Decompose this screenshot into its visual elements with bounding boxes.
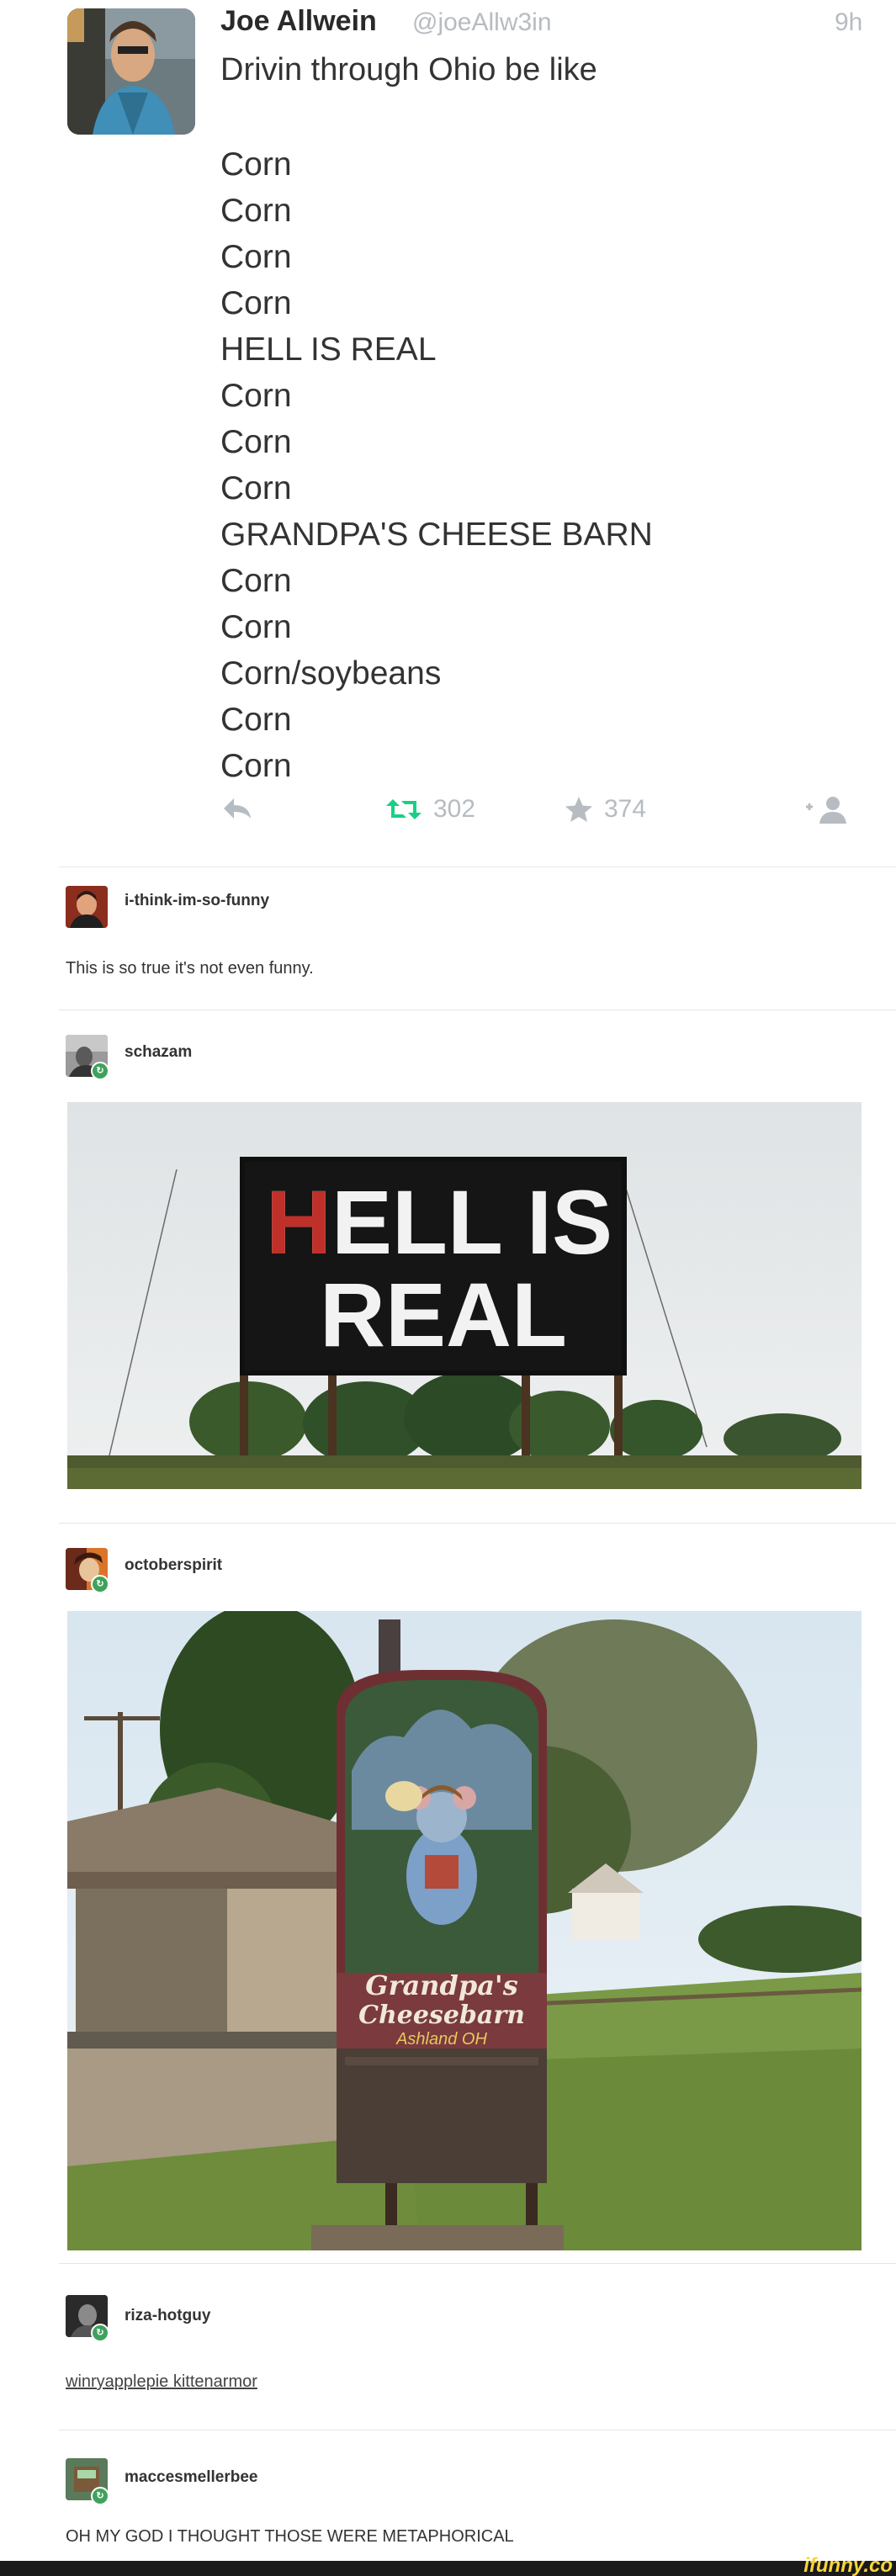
sign-text-real: REAL	[320, 1264, 567, 1365]
favorite-button[interactable]: 374	[564, 795, 646, 824]
tweet-author-handle[interactable]: @joeAllw3in	[412, 8, 552, 37]
tweet-lines: Corn Corn Corn Corn HELL IS REAL Corn Co…	[220, 141, 653, 789]
reblog-post: i-think-im-so-funny This is so true it's…	[0, 875, 896, 1026]
reblog-icon: ↻	[91, 1062, 109, 1080]
mentions-text[interactable]: winryapplepie kittenarmor	[66, 2372, 257, 2392]
tweet-line: Corn	[220, 285, 292, 321]
favorite-count: 374	[604, 795, 647, 823]
tweet-line: Corn	[220, 702, 292, 738]
tweet-author-name[interactable]: Joe Allwein	[220, 5, 377, 38]
tweet-line: Corn	[220, 470, 292, 506]
tweet-line: Corn	[220, 378, 292, 414]
reblog-icon: ↻	[91, 1575, 109, 1593]
cheese-barn-photo[interactable]: Grandpa's Cheesebarn Ashland OH	[67, 1611, 862, 2250]
reply-icon	[224, 798, 251, 819]
follow-icon	[806, 797, 846, 824]
retweet-count: 302	[433, 795, 476, 823]
post-username[interactable]: schazam	[125, 1043, 192, 1062]
reblog-icon: ↻	[91, 2487, 109, 2505]
tweet-timestamp: 9h	[835, 8, 863, 36]
post-text: This is so true it's not even funny.	[66, 959, 314, 978]
retweet-button[interactable]: 302	[384, 795, 475, 824]
follow-button[interactable]	[803, 795, 853, 825]
reblog-icon: ↻	[91, 2324, 109, 2342]
tweet-line: Corn	[220, 146, 292, 183]
retweet-icon	[386, 799, 421, 819]
avatar[interactable]	[66, 886, 108, 928]
tweet-line: Corn	[220, 424, 292, 460]
tweet-line: Corn	[220, 239, 292, 275]
reblog-post: ↻ maccesmellerbee OH MY GOD I THOUGHT TH…	[0, 2438, 896, 2564]
tweet-text: Drivin through Ohio be like	[220, 52, 597, 87]
star-icon	[565, 797, 592, 822]
tweet-line: Corn	[220, 609, 292, 645]
footer-bar	[0, 2561, 896, 2576]
hell-is-real-photo[interactable]: HELL IS H REAL	[67, 1102, 862, 1489]
tweet-avatar[interactable]	[67, 8, 195, 135]
tweet-line: Corn	[220, 748, 292, 784]
sign-text-ashland: Ashland OH	[395, 2030, 487, 2049]
ifunny-watermark: ifunny.co	[803, 2554, 893, 2576]
tweet-actions: 302 374	[220, 795, 868, 837]
tweet-line: Corn	[220, 563, 292, 599]
post-username[interactable]: octoberspirit	[125, 1556, 222, 1575]
tweet-card: Joe Allwein @joeAllw3in 9h Drivin throug…	[0, 0, 896, 867]
divider	[59, 2263, 896, 2264]
post-username[interactable]: i-think-im-so-funny	[125, 892, 269, 910]
tweet-line: HELL IS REAL	[220, 331, 437, 368]
tweet-line: Corn	[220, 193, 292, 229]
tweet-line: Corn/soybeans	[220, 655, 442, 692]
post-text: OH MY GOD I THOUGHT THOSE WERE METAPHORI…	[66, 2527, 514, 2546]
reply-button[interactable]	[220, 795, 254, 822]
divider	[59, 1523, 896, 1524]
post-username[interactable]: riza-hotguy	[125, 2307, 210, 2325]
reblog-post: ↻ riza-hotguy winryapplepie kittenarmor	[0, 2271, 896, 2414]
svg-text:H: H	[266, 1171, 331, 1273]
sign-text-grandpas: Grandpa's	[365, 1969, 517, 2001]
tweet-line: GRANDPA'S CHEESE BARN	[220, 517, 653, 553]
post-username[interactable]: maccesmellerbee	[125, 2468, 257, 2487]
sign-text-cheesebarn: Cheesebarn	[358, 2001, 525, 2030]
